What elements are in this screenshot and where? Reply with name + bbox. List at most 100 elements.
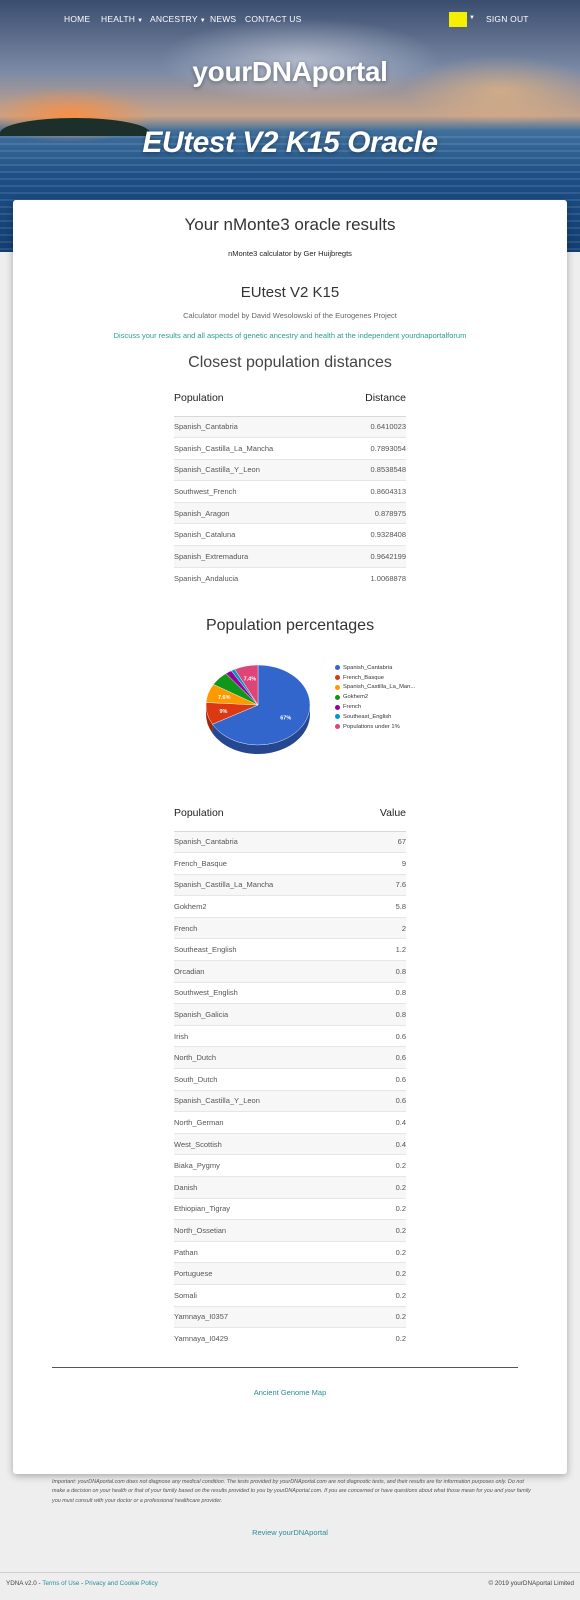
value-cell: 0.4 <box>357 1111 406 1134</box>
population-cell: Spanish_Andalucia <box>174 566 339 589</box>
table-row: Biaka_Pygmy 0.2 <box>174 1154 406 1177</box>
nav-ancestry[interactable]: ANCESTRY ▼ <box>150 14 206 24</box>
table-row: Spanish_Castilla_La_Mancha 0.7893054 <box>174 437 406 460</box>
table-row: North_Dutch 0.6 <box>174 1046 406 1069</box>
table-row: Spanish_Castilla_Y_Leon 0.6 <box>174 1089 406 1112</box>
privacy-link[interactable]: Privacy and Cookie Policy <box>85 1580 158 1587</box>
table-row: Ethiopian_Tigray 0.2 <box>174 1197 406 1220</box>
site-title[interactable]: yourDNAportal <box>0 56 580 88</box>
review-link[interactable]: Review yourDNAportal <box>0 1528 580 1537</box>
population-cell: Spanish_Extremadura <box>174 545 339 568</box>
legend-label: Spanish_Cantabria <box>343 664 393 671</box>
value-cell: 0.6 <box>357 1024 406 1047</box>
chevron-down-icon[interactable]: ▼ <box>469 15 475 21</box>
value-cell: 0.4 <box>357 1132 406 1155</box>
pie-slice-label: 67% <box>280 716 291 722</box>
legend-item: Gokhem2 <box>335 692 415 702</box>
value-cell: 0.6 <box>357 1068 406 1091</box>
calculator-credit: nMonte3 calculator by Ger Huijbregts <box>228 249 352 258</box>
nav-health-label: HEALTH <box>101 14 136 24</box>
model-credit: Calculator model by David Wesolowski of … <box>183 311 397 320</box>
test-name-heading: EUtest V2 K15 <box>240 284 340 301</box>
table-row: Yamnaya_I0357 0.2 <box>174 1305 406 1328</box>
population-cell: North_Ossetian <box>174 1219 358 1242</box>
ancient-genome-map-link[interactable]: Ancient Genome Map <box>13 1388 567 1397</box>
legend-label: Populations under 1% <box>343 723 400 730</box>
legend-swatch <box>335 704 340 710</box>
legend-swatch <box>335 694 340 700</box>
population-cell: Southwest_French <box>174 480 339 503</box>
nav-home[interactable]: HOME <box>64 14 90 24</box>
distance-cell: 1.0068878 <box>338 566 406 589</box>
nav-news[interactable]: NEWS <box>210 14 236 24</box>
table-row: Spanish_Galicia 0.8 <box>174 1003 406 1026</box>
table-row: Spanish_Cantabria 0.6410023 <box>174 415 406 438</box>
language-flag-icon[interactable] <box>449 12 467 27</box>
copyright: © 2019 yourDNAportal Limited <box>488 1580 575 1587</box>
value-cell: 0.2 <box>357 1283 406 1307</box>
column-header-value: Value <box>357 795 406 832</box>
top-nav: HOME HEALTH ▼ ANCESTRY ▼ NEWS CONTACT US ▼… <box>0 12 580 32</box>
table-row: North_German 0.4 <box>174 1111 406 1134</box>
population-cell: French_Basque <box>174 852 358 875</box>
distance-cell: 0.9328408 <box>338 523 406 546</box>
population-cell: Somali <box>174 1283 358 1307</box>
population-cell: West_Scottish <box>174 1132 358 1155</box>
percentages-table: Population Value Spanish_Cantabria 67 Fren… <box>174 795 406 1350</box>
pie-svg: 67% 9% 7.6% 7.4% <box>205 664 311 754</box>
table-row: West_Scottish 0.4 <box>174 1132 406 1155</box>
table-row: North_Ossetian 0.2 <box>174 1219 406 1242</box>
chevron-down-icon: ▼ <box>199 18 206 24</box>
legend-item: Spanish_Cantabria <box>335 663 415 673</box>
medical-disclaimer: Important: yourDNAportal.com does not di… <box>52 1479 531 1504</box>
value-cell: 5.8 <box>357 895 406 918</box>
legend-swatch <box>335 665 340 671</box>
column-header-distance: Distance <box>338 380 406 417</box>
distance-cell: 0.9642199 <box>338 545 406 568</box>
population-cell: Danish <box>174 1176 358 1199</box>
distance-cell: 0.8604313 <box>338 480 406 503</box>
nav-health[interactable]: HEALTH ▼ <box>101 14 143 24</box>
legend-label: Southeast_English <box>343 713 392 720</box>
value-cell: 0.8 <box>357 960 406 983</box>
legend-label: Spanish_Castilla_La_Man... <box>343 684 416 691</box>
value-cell: 7.6 <box>357 873 406 896</box>
legend-item: French <box>335 702 415 712</box>
legend-item: Populations under 1% <box>335 722 415 732</box>
table-row: Spanish_Extremadura 0.9642199 <box>174 545 406 568</box>
nav-contact[interactable]: CONTACT US <box>245 14 301 24</box>
legend-label: Gokhem2 <box>343 694 369 701</box>
population-cell: Orcadian <box>174 960 358 983</box>
column-header-population: Population <box>174 380 339 417</box>
value-cell: 0.6 <box>357 1046 406 1069</box>
value-cell: 0.6 <box>357 1089 406 1112</box>
pie-legend: Spanish_Cantabria French_Basque Spanish_Ca… <box>335 663 415 732</box>
table-row: French_Basque 9 <box>174 852 406 875</box>
table-row: Spanish_Castilla_La_Mancha 7.6 <box>174 873 406 896</box>
nav-signout[interactable]: SIGN OUT <box>486 14 529 24</box>
value-cell: 2 <box>357 916 406 939</box>
value-cell: 0.2 <box>357 1219 406 1242</box>
population-cell: Spanish_Castilla_Y_Leon <box>174 1089 358 1112</box>
forum-link[interactable]: Discuss your results and all aspects of … <box>13 331 567 340</box>
pie-slice-label: 7.6% <box>218 695 231 701</box>
distance-cell: 0.8538548 <box>338 458 406 481</box>
table-row: Yamnaya_I0429 0.2 <box>174 1327 406 1350</box>
population-cell: Southeast_English <box>174 938 358 961</box>
terms-link[interactable]: Terms of Use <box>42 1580 79 1587</box>
value-cell: 0.8 <box>357 1003 406 1026</box>
table-row: Pathan 0.2 <box>174 1240 406 1263</box>
population-cell: Yamnaya_I0357 <box>174 1305 358 1328</box>
table-row: Gokhem2 5.8 <box>174 895 406 918</box>
value-cell: 0.2 <box>357 1154 406 1177</box>
table-row: Southeast_English 1.2 <box>174 938 406 961</box>
distances-table: Population Distance Spanish_Cantabria 0.6… <box>174 380 406 589</box>
nav-ancestry-label: ANCESTRY <box>150 14 198 24</box>
results-card: Your nMonte3 oracle results nMonte3 calc… <box>13 200 567 1474</box>
legend-label: French <box>343 704 362 711</box>
table-row: Southwest_English 0.8 <box>174 981 406 1004</box>
population-cell: Ethiopian_Tigray <box>174 1197 358 1220</box>
table-row: French 2 <box>174 916 406 939</box>
value-cell: 0.2 <box>357 1197 406 1220</box>
population-cell: Spanish_Castilla_La_Mancha <box>174 437 339 460</box>
